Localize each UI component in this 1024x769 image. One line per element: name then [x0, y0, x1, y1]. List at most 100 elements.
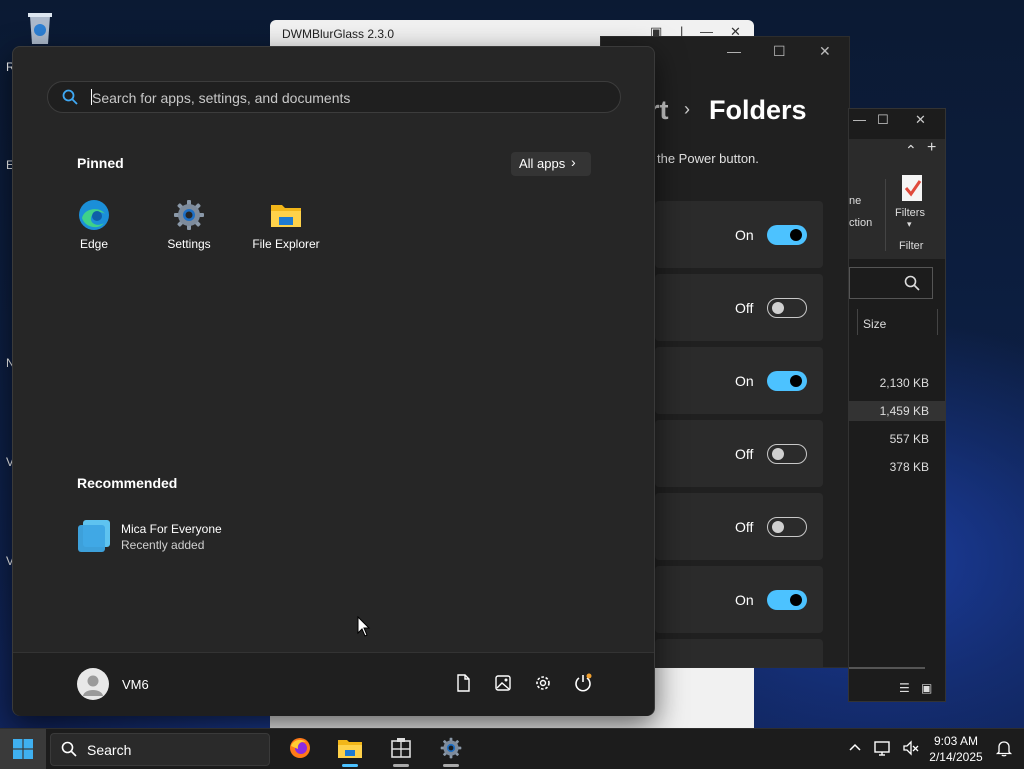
file-size: 378 KB	[889, 460, 929, 474]
user-icon	[83, 675, 103, 696]
details-view-icon[interactable]: ☰	[899, 681, 910, 695]
text-caret	[91, 89, 92, 105]
settings-icon[interactable]	[533, 673, 553, 693]
toggle-state-label: On	[735, 373, 754, 389]
column-divider	[857, 309, 858, 335]
running-indicator	[342, 764, 358, 767]
setting-row: Off	[655, 274, 823, 341]
description-text: the Power button.	[657, 151, 759, 166]
pinned-heading: Pinned	[77, 155, 124, 171]
close-button[interactable]: ✕	[915, 112, 926, 128]
search-icon	[904, 275, 920, 291]
minimize-button[interactable]: —	[727, 43, 741, 59]
toggle-state-label: On	[735, 227, 754, 243]
all-apps-label: All apps	[519, 156, 566, 171]
divider	[885, 179, 886, 251]
all-apps-button[interactable]: All apps ›	[511, 152, 591, 176]
setting-row: Off	[655, 420, 823, 487]
network-icon[interactable]	[873, 739, 891, 757]
recommended-item[interactable]: Mica For Everyone Recently added	[77, 519, 277, 555]
search-input[interactable]	[90, 87, 594, 109]
avatar	[77, 668, 109, 700]
search-input[interactable]	[849, 267, 933, 299]
taskbar-settings[interactable]	[431, 729, 471, 769]
taskbar-dwmblurglass[interactable]	[381, 729, 421, 769]
mica-app-icon	[78, 520, 110, 552]
scrollbar[interactable]	[849, 667, 925, 669]
add-icon[interactable]: +	[927, 139, 936, 157]
toggle-switch[interactable]	[767, 225, 807, 245]
firefox-icon	[290, 738, 310, 758]
folder-icon	[338, 740, 362, 758]
pinned-app-edge[interactable]: Edge	[49, 199, 139, 255]
setting-row	[655, 639, 823, 667]
documents-icon[interactable]	[453, 673, 473, 693]
windows-logo-icon	[13, 739, 33, 759]
app-label: Edge	[79, 237, 109, 251]
pinned-app-settings[interactable]: Settings	[144, 199, 234, 255]
toggle-switch[interactable]	[767, 590, 807, 610]
mouse-cursor-icon	[357, 616, 371, 637]
taskbar-search-label: Search	[87, 742, 132, 758]
ribbon-label-fragment: ne	[849, 195, 862, 207]
setting-row: On	[655, 201, 823, 268]
clock-date: 2/14/2025	[929, 750, 983, 764]
filters-icon[interactable]	[899, 173, 925, 205]
recommended-heading: Recommended	[77, 475, 178, 491]
file-size: 1,459 KB	[879, 404, 929, 418]
app-label: File Explorer	[252, 237, 320, 251]
running-indicator	[443, 764, 459, 767]
pictures-icon[interactable]	[493, 673, 513, 693]
search-icon	[62, 89, 78, 105]
app-window-icon	[391, 738, 411, 758]
chevron-up-icon[interactable]: ⌃	[905, 142, 917, 159]
minimize-button[interactable]: —	[853, 112, 866, 127]
taskbar-firefox[interactable]	[280, 729, 320, 769]
taskbar-file-explorer[interactable]	[330, 729, 370, 769]
recommended-item-name: Mica For Everyone	[121, 522, 222, 536]
settings-gear-icon	[174, 200, 204, 230]
toggle-switch[interactable]	[767, 517, 807, 537]
notification-bell-icon[interactable]	[995, 739, 1013, 757]
chevron-right-icon: ›	[571, 154, 576, 170]
filters-button-label[interactable]: Filters	[895, 207, 925, 219]
maximize-button[interactable]: ☐	[877, 112, 889, 128]
toggle-state-label: Off	[735, 300, 754, 316]
file-explorer-window: — ☐ ✕ ⌃ + ne ction Filters ▾ Filter Size…	[848, 108, 946, 702]
pinned-app-file-explorer[interactable]: File Explorer	[241, 199, 331, 255]
column-divider	[937, 309, 938, 335]
close-button[interactable]: ✕	[819, 43, 831, 60]
taskbar-search-box[interactable]: Search	[50, 733, 270, 766]
file-size: 2,130 KB	[879, 376, 929, 390]
toggle-knob	[772, 302, 784, 314]
maximize-button[interactable]: ☐	[773, 43, 786, 60]
running-indicator	[393, 764, 409, 767]
setting-row: On	[655, 566, 823, 633]
volume-muted-icon[interactable]	[902, 739, 920, 757]
power-icon[interactable]	[573, 673, 593, 693]
column-header-size[interactable]: Size	[863, 317, 886, 331]
setting-row: Off	[655, 493, 823, 560]
user-account-button[interactable]: VM6	[77, 668, 217, 700]
toggle-knob	[790, 229, 802, 241]
toggle-switch[interactable]	[767, 298, 807, 318]
toggle-switch[interactable]	[767, 444, 807, 464]
search-icon	[61, 741, 77, 757]
large-icons-view-icon[interactable]: ▣	[921, 681, 932, 695]
window-title: DWMBlurGlass 2.3.0	[282, 27, 395, 41]
chevron-down-icon: ▾	[907, 219, 912, 229]
toggle-knob	[790, 375, 802, 387]
toggle-state-label: On	[735, 592, 754, 608]
toggle-switch[interactable]	[767, 371, 807, 391]
clock-time: 9:03 AM	[933, 734, 979, 748]
clock[interactable]: 9:03 AM 2/14/2025	[920, 733, 992, 765]
recycle-bin-icon[interactable]	[22, 10, 58, 48]
folder-icon	[271, 205, 301, 227]
ribbon: ⌃ + ne ction Filters ▾ Filter	[849, 139, 945, 259]
recommended-item-subtitle: Recently added	[121, 538, 205, 552]
chevron-up-icon[interactable]	[846, 739, 864, 757]
start-menu: Pinned All apps › Edge Settings	[12, 46, 655, 716]
start-search-box[interactable]	[47, 81, 621, 113]
start-button[interactable]	[0, 729, 46, 769]
settings-gear-icon	[440, 737, 462, 759]
